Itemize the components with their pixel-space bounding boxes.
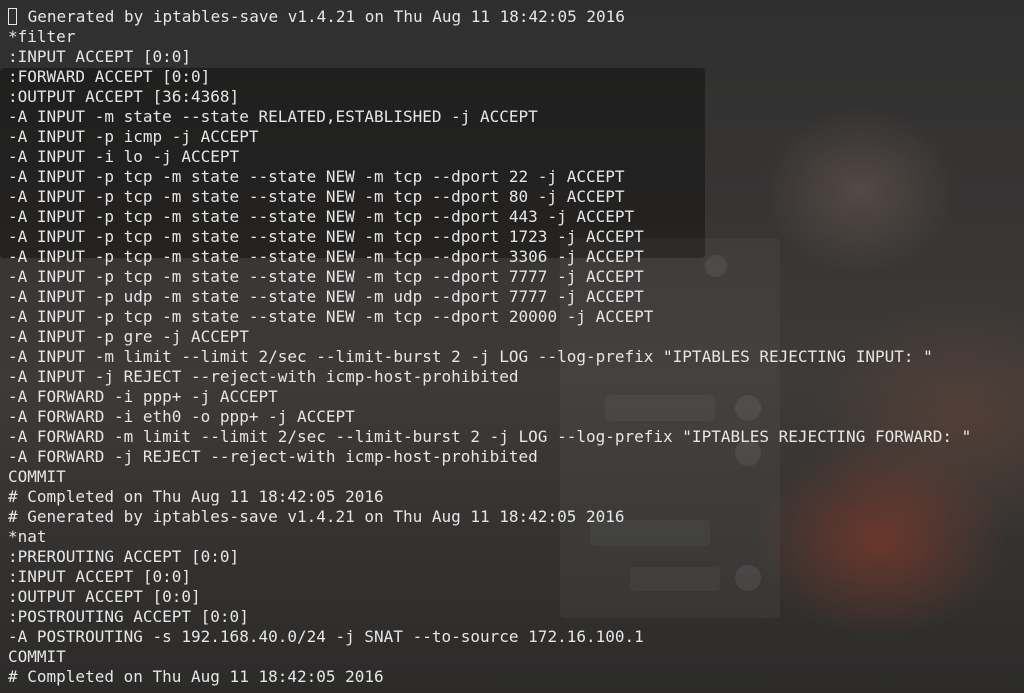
terminal-line: :OUTPUT ACCEPT [36:4368] [8,87,240,106]
terminal-line: *filter [8,27,76,46]
block-cursor-icon [8,8,17,25]
terminal-line: # Completed on Thu Aug 11 18:42:05 2016 [8,487,384,506]
terminal-line: -A INPUT -p tcp -m state --state NEW -m … [8,187,625,206]
terminal-window[interactable]: Generated by iptables-save v1.4.21 on Th… [0,0,1024,693]
terminal-line: -A INPUT -i lo -j ACCEPT [8,147,240,166]
terminal-line: -A FORWARD -i ppp+ -j ACCEPT [8,387,278,406]
terminal-line: :FORWARD ACCEPT [0:0] [8,67,211,86]
terminal-line: :PREROUTING ACCEPT [0:0] [8,547,240,566]
terminal-line: -A INPUT -p udp -m state --state NEW -m … [8,287,644,306]
terminal-line: -A FORWARD -m limit --limit 2/sec --limi… [8,427,972,446]
terminal-line: COMMIT [8,647,66,666]
terminal-line: # Completed on Thu Aug 11 18:42:05 2016 [8,667,384,686]
terminal-line: :INPUT ACCEPT [0:0] [8,567,192,586]
terminal-line: COMMIT [8,467,66,486]
terminal-line: -A INPUT -p gre -j ACCEPT [8,327,249,346]
terminal-line: -A INPUT -m limit --limit 2/sec --limit-… [8,347,933,366]
terminal-line: -A INPUT -p tcp -m state --state NEW -m … [8,267,644,286]
terminal-line: -A INPUT -p icmp -j ACCEPT [8,127,259,146]
terminal-line: -A INPUT -p tcp -m state --state NEW -m … [8,227,644,246]
terminal-line: -A INPUT -p tcp -m state --state NEW -m … [8,307,654,326]
terminal-line: -A INPUT -m state --state RELATED,ESTABL… [8,107,538,126]
terminal-line: -A INPUT -j REJECT --reject-with icmp-ho… [8,367,519,386]
terminal-line: -A INPUT -p tcp -m state --state NEW -m … [8,247,644,266]
terminal-line: -A INPUT -p tcp -m state --state NEW -m … [8,167,625,186]
terminal-line: -A INPUT -p tcp -m state --state NEW -m … [8,207,635,226]
terminal-line-text: Generated by iptables-save v1.4.21 on Th… [18,7,625,26]
terminal-line: Generated by iptables-save v1.4.21 on Th… [8,7,971,27]
terminal-line: -A POSTROUTING -s 192.168.40.0/24 -j SNA… [8,627,644,646]
terminal-line: # Generated by iptables-save v1.4.21 on … [8,507,625,526]
terminal-output: Generated by iptables-save v1.4.21 on Th… [8,7,971,687]
terminal-line: :POSTROUTING ACCEPT [0:0] [8,607,249,626]
terminal-line: :INPUT ACCEPT [0:0] [8,47,192,66]
terminal-line: -A FORWARD -j REJECT --reject-with icmp-… [8,447,538,466]
terminal-line: *nat [8,527,47,546]
terminal-line: -A FORWARD -i eth0 -o ppp+ -j ACCEPT [8,407,355,426]
terminal-line: :OUTPUT ACCEPT [0:0] [8,587,201,606]
